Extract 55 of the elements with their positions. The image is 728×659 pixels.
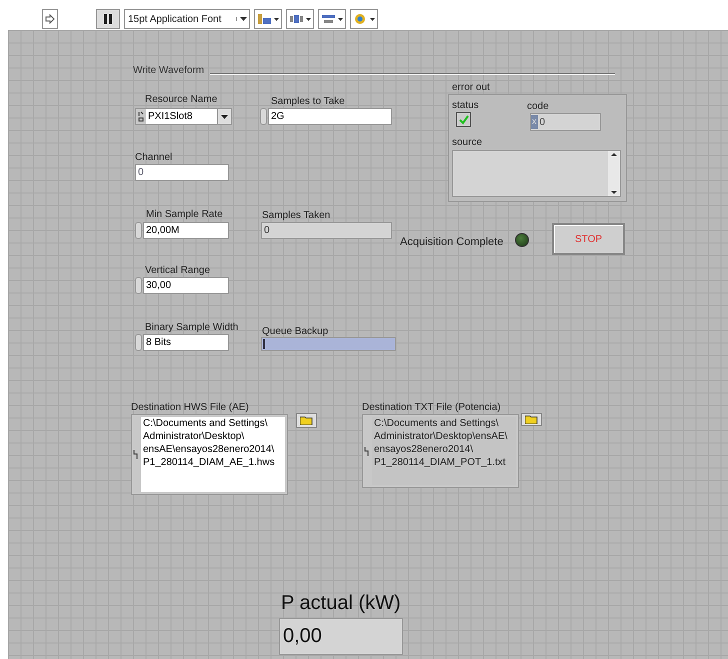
path-field[interactable]: C:\Documents and Settings\ Administrator\Desktop\ ensAE\ensayos28enero2014\ P1_280114_DIAM_AE_1.hws xyxy=(131,414,288,495)
control-label: Destination TXT File (Potencia) xyxy=(362,401,501,415)
folder-icon xyxy=(300,416,313,425)
control-label: Queue Backup xyxy=(262,325,328,339)
pause-button[interactable] xyxy=(96,9,120,29)
caret-icon xyxy=(306,18,311,20)
control-label: Samples to Take xyxy=(271,95,345,109)
arrow-icon xyxy=(45,14,55,24)
caret-icon xyxy=(221,114,228,118)
distribute-menu[interactable] xyxy=(286,9,314,29)
indicator-label: P actual (kW) xyxy=(281,591,401,616)
distribute-icon xyxy=(289,13,304,25)
value-display: 0 xyxy=(261,222,392,239)
caret-icon xyxy=(370,18,375,20)
resource-dropdown[interactable]: PXI1Slot8 xyxy=(135,108,232,125)
align-menu[interactable] xyxy=(254,9,282,29)
code-display: x 0 xyxy=(530,113,601,131)
folder-icon xyxy=(525,415,538,424)
value-field[interactable]: 0 xyxy=(135,164,229,181)
value-field[interactable]: 20,00M xyxy=(143,222,229,239)
indicator-label: Acquisition Complete xyxy=(400,235,504,250)
cluster-label: error out xyxy=(452,81,490,95)
path-icon xyxy=(364,446,369,456)
reorder-menu[interactable] xyxy=(350,9,378,29)
control-label: Vertical Range xyxy=(145,264,210,278)
caret-icon xyxy=(240,17,247,21)
browse-button[interactable] xyxy=(521,413,542,426)
caret-icon xyxy=(338,18,343,20)
control-label: Samples Taken xyxy=(262,209,330,223)
value-field[interactable]: 2G xyxy=(268,108,392,125)
scrollbar[interactable] xyxy=(608,151,620,196)
path-icon xyxy=(133,450,138,459)
section-title: Write Waveform xyxy=(133,64,204,78)
source-label: source xyxy=(452,136,482,150)
value-display: 0,00 xyxy=(279,618,403,655)
scroll-up-icon[interactable] xyxy=(611,153,617,156)
scroll-down-icon[interactable] xyxy=(611,191,617,194)
font-dropdown[interactable]: 15pt Application Font xyxy=(124,9,250,29)
path-text: C:\Documents and Settings\ Administrator\Desktop\ensAE\ ensayos28enero2014\ P1_280114_DIAM_POT_1.txt xyxy=(372,417,516,485)
resize-menu[interactable] xyxy=(318,9,346,29)
browse-button[interactable] xyxy=(296,413,317,428)
path-text: C:\Documents and Settings\ Administrator\Desktop\ ensAE\ensayos28enero2014\ P1_280114_DIAM_AE_1.hws xyxy=(141,417,285,492)
value-field[interactable]: 8 Bits xyxy=(143,334,229,351)
status-label: status xyxy=(452,99,479,113)
control-label: Binary Sample Width xyxy=(145,321,238,335)
control-label: Resource Name xyxy=(145,93,218,107)
value-field[interactable]: 30,00 xyxy=(143,277,229,294)
caret-icon xyxy=(274,18,279,20)
control-label: Min Sample Rate xyxy=(146,208,223,222)
run-button[interactable] xyxy=(42,9,58,29)
pause-icon xyxy=(104,14,112,24)
code-label: code xyxy=(527,100,549,114)
control-label: Channel xyxy=(135,151,172,165)
control-label: Destination HWS File (AE) xyxy=(131,401,249,415)
align-icon xyxy=(257,13,272,25)
